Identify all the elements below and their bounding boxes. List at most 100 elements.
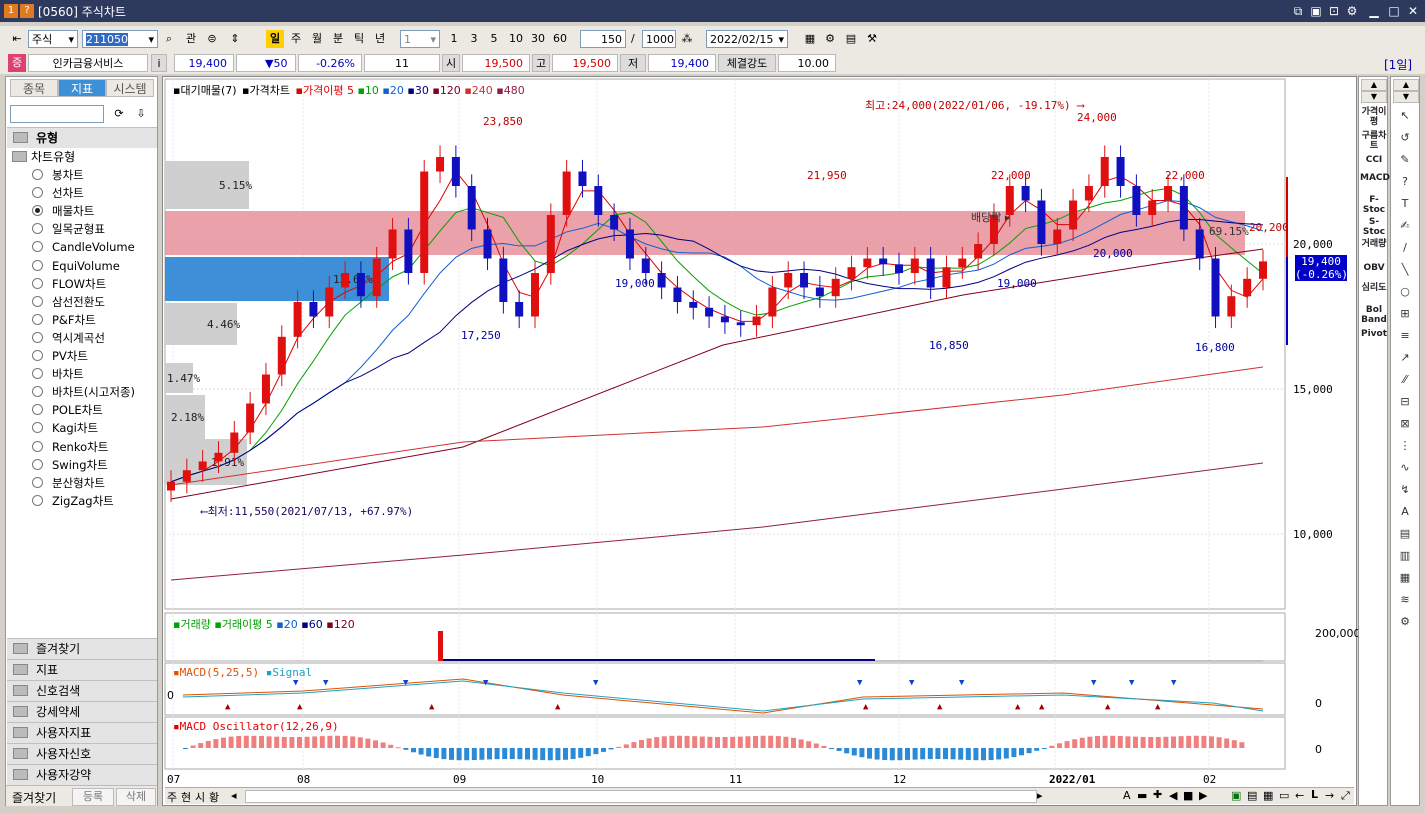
line-icon[interactable]: /	[1397, 241, 1413, 255]
fullscreen-icon[interactable]: ⤢	[1341, 789, 1350, 803]
indicator-search-input[interactable]	[10, 105, 104, 123]
text-icon[interactable]: T	[1397, 197, 1413, 211]
period-day-button[interactable]: 일	[266, 30, 284, 48]
download-icon[interactable]: ⇩	[132, 105, 150, 123]
period-tick-button[interactable]: 틱	[350, 30, 368, 48]
screen-icon[interactable]: ▭	[1279, 789, 1289, 802]
chart-canvas[interactable]: 20,00015,00010,00007 08 09 10 11 12 2022/01 02 …	[163, 77, 1356, 805]
tab-system[interactable]: 시스템	[106, 79, 154, 97]
chart-type-option[interactable]: 매물차트	[32, 202, 157, 220]
scroll-right-icon[interactable]: ▸	[1037, 789, 1043, 802]
search-icon[interactable]: ⌕	[160, 30, 178, 48]
fetch-icon[interactable]: ⁂	[678, 30, 696, 48]
forward-icon[interactable]: →	[1325, 789, 1334, 802]
save-icon[interactable]: ▣	[1308, 3, 1324, 19]
excel-icon[interactable]: ▣	[1231, 789, 1241, 802]
chart-type-option[interactable]: PV차트	[32, 347, 157, 365]
chart-type-option[interactable]: ZigZag차트	[32, 492, 157, 510]
sync-icon[interactable]: ⊜	[203, 30, 221, 48]
favorites-tab[interactable]: 즐겨찾기	[12, 789, 56, 806]
quick-5-button[interactable]: 5	[486, 30, 502, 48]
radio-icon[interactable]	[32, 331, 43, 343]
bottom-tab-1[interactable]: 주	[167, 789, 177, 805]
tab-indicator[interactable]: 지표	[58, 79, 106, 97]
link-icon[interactable]: ⧉	[1290, 3, 1306, 19]
count-input[interactable]: 150	[580, 30, 626, 48]
grid-tool-icon[interactable]: ⊞	[1397, 307, 1413, 321]
indicator-shortcut[interactable]: 구름차트	[1360, 131, 1388, 151]
rotate-icon[interactable]: ↺	[1397, 131, 1413, 145]
tool-scroll-down-icon[interactable]: ▼	[1393, 91, 1419, 103]
chart-type-option[interactable]: FLOW차트	[32, 275, 157, 293]
line-tool-icon[interactable]: L	[1311, 788, 1318, 801]
period-month-button[interactable]: 월	[308, 30, 326, 48]
stop-icon[interactable]: ■	[1183, 789, 1193, 802]
disk-icon[interactable]: ▤	[843, 30, 859, 48]
zoom-in-icon[interactable]: ✚	[1153, 788, 1162, 801]
section-item[interactable]: 사용자신호	[7, 743, 157, 764]
chart-type-option[interactable]: 바차트(시고저종)	[32, 383, 157, 401]
cross-box-icon[interactable]: ⊠	[1397, 417, 1413, 431]
tab-stock[interactable]: 종목	[10, 79, 58, 97]
bottom-tab-4[interactable]: 황	[209, 789, 219, 805]
radio-icon[interactable]	[32, 494, 43, 506]
period-year-button[interactable]: 년	[371, 30, 389, 48]
prev-stock-icon[interactable]: ⇤	[8, 30, 26, 48]
updown-icon[interactable]: ⇕	[226, 30, 244, 48]
radio-icon[interactable]	[32, 350, 43, 361]
chart-icon[interactable]: ▦	[1397, 571, 1413, 585]
radio-icon[interactable]	[32, 440, 43, 452]
chart-type-option[interactable]: Kagi차트	[32, 419, 157, 437]
circle-icon[interactable]: ○	[1397, 285, 1413, 299]
scroll-up-icon[interactable]: ▲	[1361, 79, 1387, 91]
info-button[interactable]: i	[151, 54, 167, 72]
quick-30-button[interactable]: 30	[528, 30, 548, 48]
chart-type-option[interactable]: CandleVolume	[32, 238, 157, 256]
layout-icon[interactable]: ▦	[1263, 789, 1273, 802]
radio-icon[interactable]	[32, 404, 43, 416]
period-minute-button[interactable]: 분	[329, 30, 347, 48]
quick-10-button[interactable]: 10	[506, 30, 526, 48]
section-type[interactable]: 유형	[7, 127, 157, 148]
chart-type-option[interactable]: P&F차트	[32, 311, 157, 329]
save-chart-icon[interactable]: ▤	[1247, 789, 1257, 802]
settings-icon[interactable]: ⚙	[822, 30, 838, 48]
date-select[interactable]: 2022/02/15 ▾	[706, 30, 788, 48]
help-badge-icon[interactable]: ?	[20, 4, 34, 18]
gear-icon[interactable]: ⚙	[1344, 3, 1360, 19]
radio-icon[interactable]	[32, 368, 43, 380]
radio-icon[interactable]	[32, 313, 43, 325]
chart-type-option[interactable]: 삼선전환도	[32, 293, 157, 311]
pattern-icon[interactable]: ≋	[1397, 593, 1413, 607]
tool-scroll-up-icon[interactable]: ▲	[1393, 79, 1419, 91]
indicator-shortcut[interactable]: 거래량	[1360, 239, 1388, 249]
radio-icon[interactable]	[32, 223, 43, 235]
radio-icon[interactable]	[32, 458, 43, 470]
radio-icon[interactable]	[32, 476, 43, 488]
font-icon[interactable]: A	[1123, 789, 1131, 802]
chart-type-option[interactable]: 봉차트	[32, 166, 157, 184]
register-button[interactable]: 등록	[72, 788, 114, 806]
section-item[interactable]: 즐겨찾기	[7, 638, 157, 659]
radio-icon[interactable]	[32, 205, 43, 217]
quick-60-button[interactable]: 60	[550, 30, 570, 48]
period-unit-select[interactable]: 1 ▾	[400, 30, 440, 48]
chart-type-option[interactable]: 선차트	[32, 184, 157, 202]
chart-save-icon[interactable]: ▦	[802, 30, 818, 48]
diagonal-icon[interactable]: ╲	[1397, 263, 1413, 277]
section-item[interactable]: 강세약세	[7, 701, 157, 722]
close-icon[interactable]: ✕	[1405, 3, 1421, 19]
back-icon[interactable]: ←	[1295, 789, 1304, 802]
vertical-icon[interactable]: ⋮	[1397, 439, 1413, 453]
minimize-icon[interactable]: ▁	[1366, 3, 1382, 19]
delete-button[interactable]: 삭제	[116, 788, 156, 806]
indicator-shortcut[interactable]: OBV	[1360, 263, 1388, 273]
scroll-left-icon[interactable]: ◂	[231, 789, 237, 802]
indicator-shortcut[interactable]: 심리도	[1360, 283, 1388, 293]
box-icon[interactable]: ⊟	[1397, 395, 1413, 409]
chart-type-option[interactable]: Swing차트	[32, 456, 157, 474]
chart-type-option[interactable]: 바차트	[32, 365, 157, 383]
indicator-shortcut[interactable]: Bol Band	[1360, 305, 1388, 325]
wave-icon[interactable]: ∿	[1397, 461, 1413, 475]
section-item[interactable]: 신호검색	[7, 680, 157, 701]
